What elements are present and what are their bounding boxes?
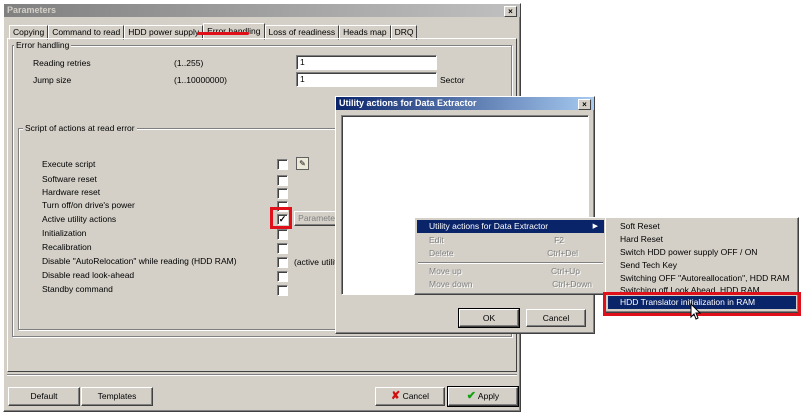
hardware-reset-checkbox[interactable]	[277, 188, 288, 199]
script-editor-icon[interactable]: ✎	[296, 157, 309, 170]
reading-retries-range: (1..255)	[174, 58, 204, 68]
menu-item-utility-actions[interactable]: Utility actions for Data Extractor ▶	[417, 220, 604, 233]
menu-separator	[418, 262, 603, 264]
cancel-label: Cancel	[402, 391, 430, 401]
menu-item-edit[interactable]: Edit F2	[417, 234, 604, 247]
menu-item-shortcut: Ctrl+Del	[547, 248, 578, 258]
submenu-item-hard-reset[interactable]: Hard Reset	[608, 233, 796, 246]
error-handling-group-title: Error handling	[14, 40, 72, 50]
menu-item-label: Utility actions for Data Extractor	[429, 221, 549, 231]
script-item-label: Recalibration	[42, 242, 92, 252]
script-item-label: Turn off/on drive's power	[42, 200, 135, 210]
jump-size-label: Jump size	[33, 75, 72, 85]
utility-cancel-button[interactable]: Cancel	[526, 309, 586, 327]
bottom-separator	[7, 374, 517, 376]
script-item-label: Initialization	[42, 228, 87, 238]
parameters-title: Parameters	[7, 5, 57, 15]
mouse-cursor-icon	[690, 303, 702, 320]
menu-item-delete[interactable]: Delete Ctrl+Del	[417, 247, 604, 260]
menu-item-move-up[interactable]: Move up Ctrl+Up	[417, 265, 604, 278]
apply-check-icon: ✔	[466, 390, 477, 402]
jump-size-unit: Sector	[440, 75, 465, 85]
recalibration-checkbox[interactable]	[277, 243, 288, 254]
ok-button[interactable]: OK	[458, 308, 520, 328]
submenu-arrow-icon: ▶	[592, 223, 598, 230]
jump-size-range: (1..10000000)	[174, 75, 227, 85]
script-item-label: Standby command	[42, 284, 113, 294]
utility-dialog-title-bar: Utility actions for Data Extractor	[336, 97, 594, 110]
menu-item-label: Delete	[429, 248, 454, 258]
menu-item-label: Move down	[429, 279, 473, 289]
script-item-label: Disable read look-ahead	[42, 270, 135, 280]
close-icon[interactable]: ×	[504, 6, 517, 17]
script-item-label: Active utility actions	[42, 214, 117, 224]
disable-lookahead-checkbox[interactable]	[277, 271, 288, 282]
initialization-checkbox[interactable]	[277, 229, 288, 240]
active-utility-note: (active utility	[294, 257, 341, 267]
close-icon[interactable]: ×	[578, 99, 591, 110]
script-item-label: Hardware reset	[42, 187, 101, 197]
menu-item-label: Edit	[429, 235, 444, 245]
menu-item-shortcut: F2	[554, 235, 564, 245]
cancel-button[interactable]: ✘ Cancel	[375, 387, 445, 406]
cancel-x-icon: ✘	[390, 390, 401, 402]
active-tab-underline	[197, 32, 249, 35]
disable-autorelocation-checkbox[interactable]	[277, 257, 288, 268]
parameters-title-bar: Parameters	[4, 4, 520, 17]
execute-script-checkbox[interactable]	[277, 159, 288, 170]
submenu-item-soft-reset[interactable]: Soft Reset	[608, 220, 796, 233]
script-group-title: Script of actions at read error	[23, 123, 137, 133]
menu-item-shortcut: Ctrl+Down	[552, 279, 592, 289]
checkbox-highlight-frame	[270, 207, 292, 229]
menu-item-label: Move up	[429, 266, 462, 276]
menu-item-move-down[interactable]: Move down Ctrl+Down	[417, 278, 604, 291]
reading-retries-input[interactable]: 1	[296, 55, 437, 70]
submenu-item-power-switch[interactable]: Switch HDD power supply OFF / ON	[608, 246, 796, 259]
software-reset-checkbox[interactable]	[277, 175, 288, 186]
submenu-highlight-frame	[603, 292, 801, 316]
menu-item-shortcut: Ctrl+Up	[550, 266, 580, 276]
script-item-label: Disable "AutoRelocation" while reading (…	[42, 256, 237, 266]
default-button[interactable]: Default	[8, 387, 80, 406]
templates-button[interactable]: Templates	[81, 387, 153, 406]
utility-dialog: Utility actions for Data Extractor × OK …	[335, 96, 595, 334]
utility-dialog-title: Utility actions for Data Extractor	[339, 98, 477, 108]
apply-label: Apply	[477, 391, 500, 401]
standby-checkbox[interactable]	[277, 285, 288, 296]
reading-retries-label: Reading retries	[33, 58, 91, 68]
apply-button[interactable]: ✔ Apply	[447, 386, 519, 407]
context-menu: Utility actions for Data Extractor ▶ Edi…	[414, 217, 607, 295]
jump-size-input[interactable]: 1	[296, 72, 437, 87]
submenu-item-tech-key[interactable]: Send Tech Key	[608, 259, 796, 272]
script-item-label: Software reset	[42, 174, 97, 184]
script-item-label: Execute script	[42, 159, 96, 169]
